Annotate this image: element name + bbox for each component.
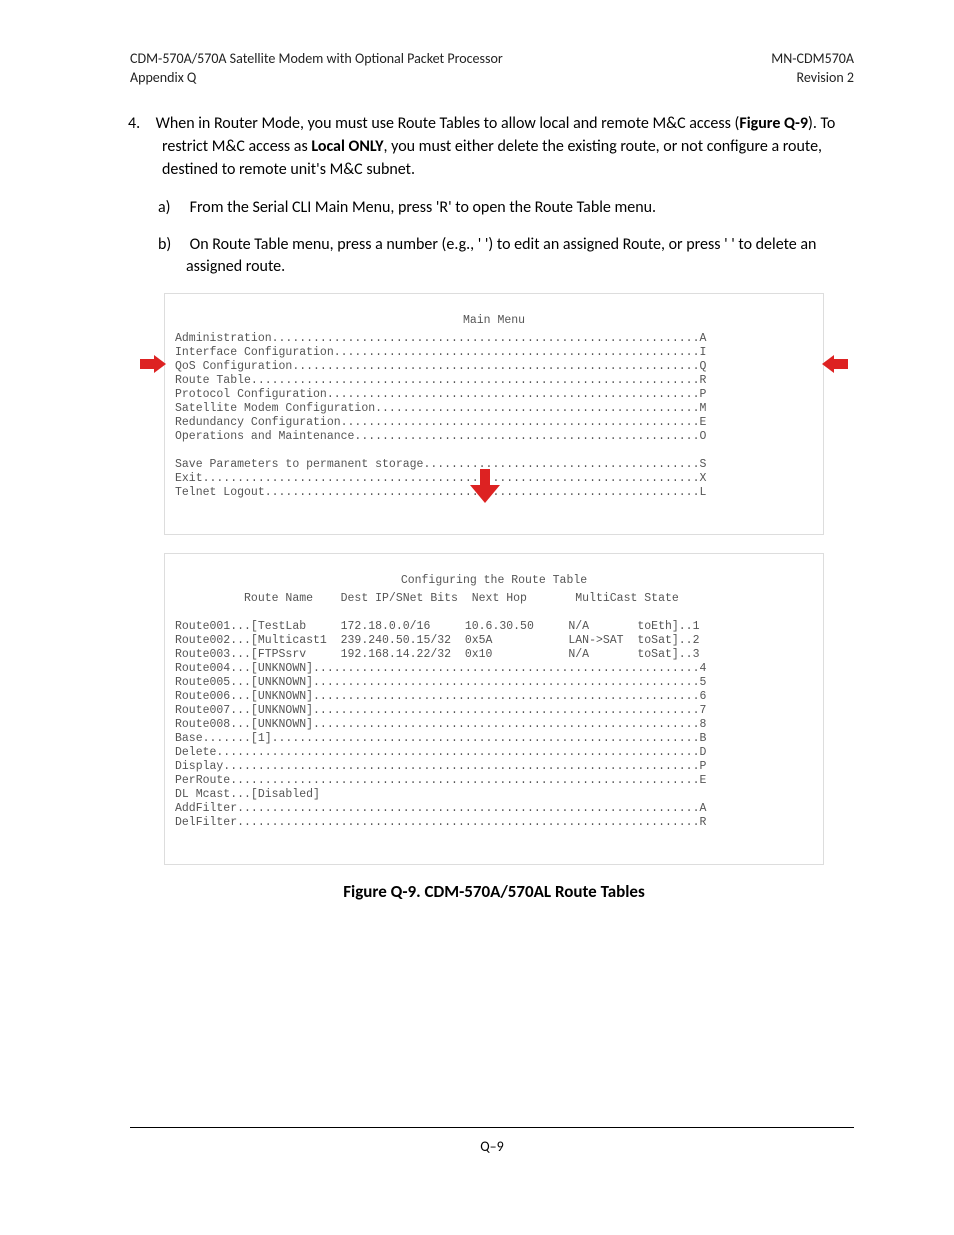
sub-text-b: On Route Table menu, press a number (e.g… [186,235,816,276]
header-left: CDM-570A/570A Satellite Modem with Optio… [130,50,503,88]
local-only: Local ONLY [311,137,383,156]
page-footer: Q–9 [130,1127,854,1155]
arrow-left-red-icon [822,355,848,373]
sub-item-b: b) On Route Table menu, press a number (… [186,234,854,279]
page-number: Q–9 [480,1138,504,1155]
step-text: When in Router Mode, you must use Route … [156,114,836,179]
sub-letter-a: a) [158,197,186,219]
main-menu-terminal: Main MenuAdministration.................… [164,293,824,535]
sub-item-a: a) From the Serial CLI Main Menu, press … [186,197,854,219]
arrow-right-red-icon [140,355,166,373]
page-header: CDM-570A/570A Satellite Modem with Optio… [130,50,854,88]
step-text-before: When in Router Mode, you must use Route … [156,114,740,133]
header-right: MN-CDM570A Revision 2 [771,50,854,88]
step-number: 4. [128,112,152,135]
figure-q9: Main MenuAdministration.................… [164,293,824,903]
route-table-title: Configuring the Route Table [175,574,813,588]
figure-caption: Figure Q-9. CDM-570A/570AL Route Tables [164,881,824,902]
sub-text-a: From the Serial CLI Main Menu, press 'R'… [190,198,656,217]
route-table-terminal: Configuring the Route Table Route Name D… [164,553,824,865]
header-right-line2: Revision 2 [771,69,854,88]
header-right-line1: MN-CDM570A [771,50,854,69]
sub-letter-b: b) [158,234,186,256]
header-left-line2: Appendix Q [130,69,503,88]
header-left-line1: CDM-570A/570A Satellite Modem with Optio… [130,50,503,69]
sub-list: a) From the Serial CLI Main Menu, press … [186,197,854,278]
step-4: 4. When in Router Mode, you must use Rou… [162,112,854,182]
figure-ref: Figure Q-9 [739,114,808,133]
main-menu-title: Main Menu [175,314,813,328]
